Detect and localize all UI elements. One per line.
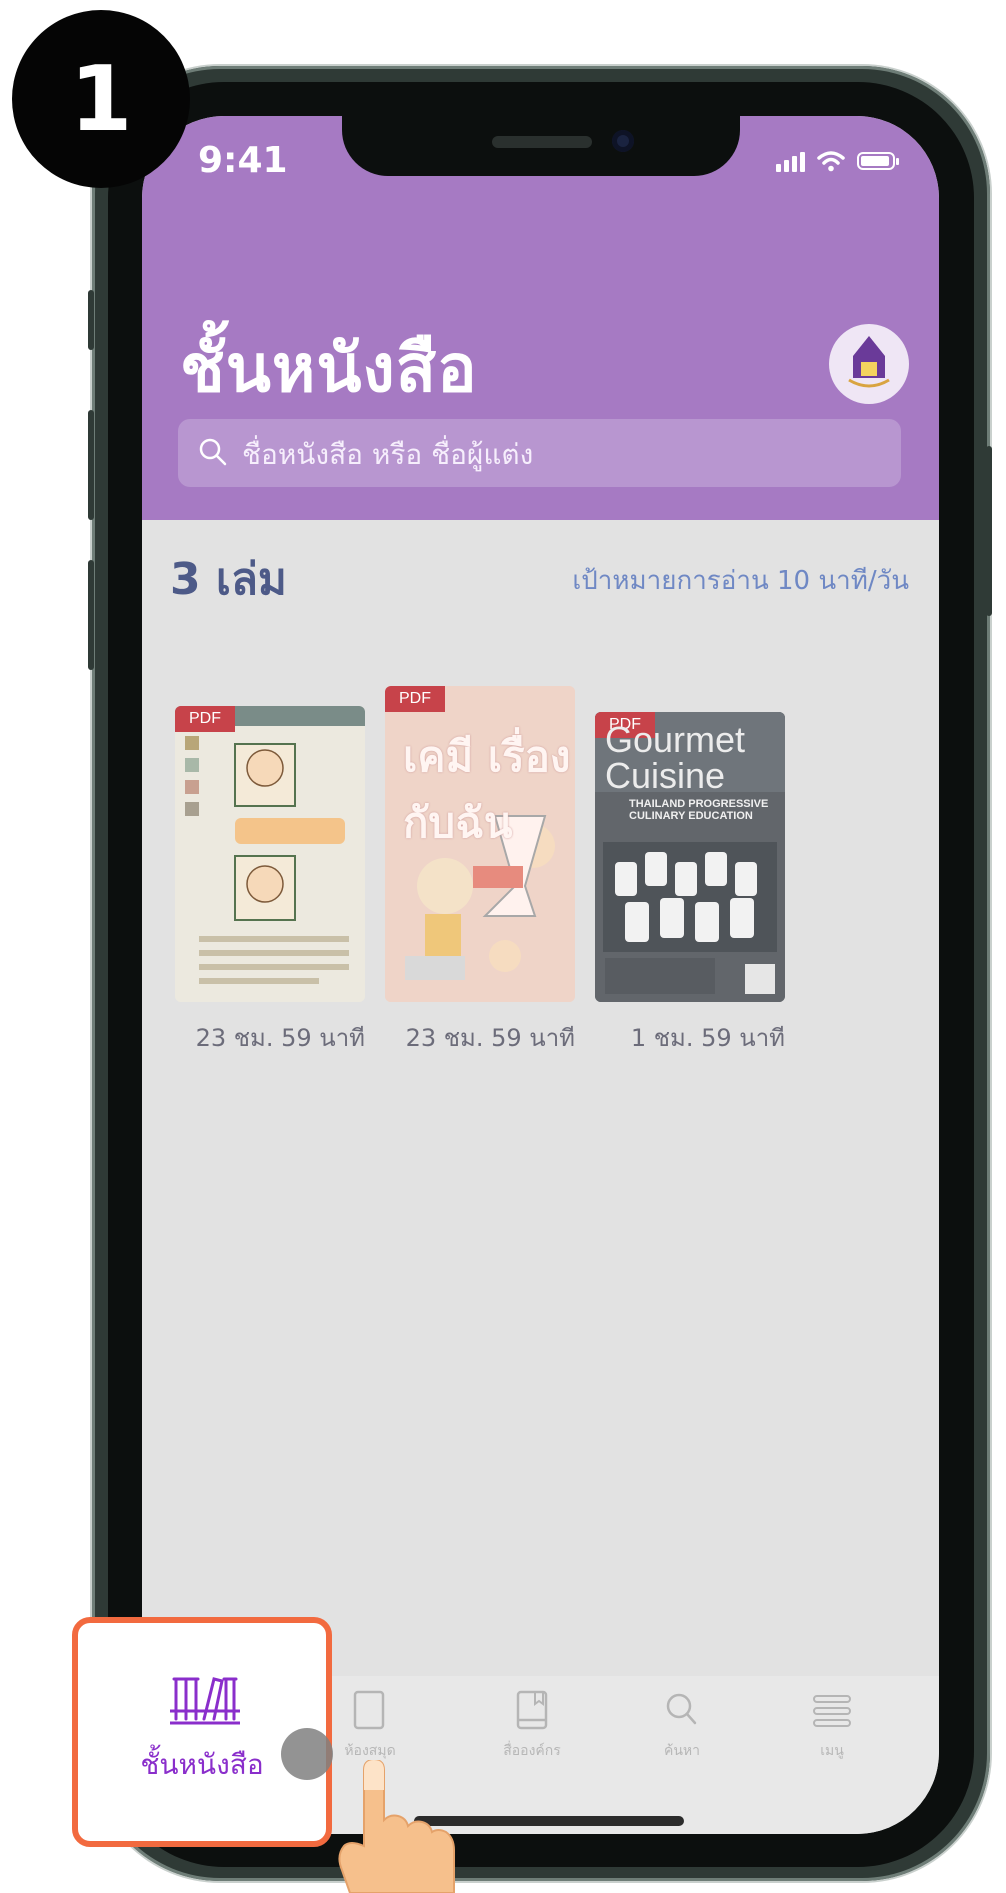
book-count: 3 เล่ม — [170, 554, 287, 605]
volume-down-button — [88, 560, 94, 670]
book-card[interactable]: PDF Gourmet Cuisine THAILAND PROGRESSIVE… — [595, 712, 785, 1052]
cover-title: เคมี เรื่อง กับฉัน — [403, 732, 571, 847]
pdf-badge: PDF — [385, 686, 445, 712]
header: 9:41 ชั้นหนังสือ — [142, 116, 939, 520]
wifi-icon — [817, 151, 845, 172]
tab-menu[interactable]: เมนู — [772, 1690, 892, 1762]
speaker — [492, 136, 592, 148]
pdf-badge: PDF — [175, 706, 235, 732]
search-icon — [666, 1693, 697, 1725]
reading-goal-link[interactable]: เป้าหมายการอ่าน 10 นาที/วัน — [572, 560, 909, 601]
camera — [612, 130, 634, 152]
status-icons — [776, 150, 899, 172]
bookshelf-icon — [170, 1677, 240, 1725]
cover-subtitle: THAILAND PROGRESSIVE CULINARY EDUCATION — [629, 798, 769, 822]
book-card[interactable]: PDF 23 ชม. 59 นาที — [175, 706, 365, 1052]
pointing-hand-icon — [338, 1760, 455, 1893]
book-card[interactable]: PDF เคมี เรื่อง กับฉัน 23 ชม. 59 นาที — [385, 686, 575, 1052]
battery-icon — [857, 152, 899, 170]
tab-label: เมนู — [820, 1743, 844, 1759]
step-number: 1 — [69, 46, 133, 152]
mute-switch — [88, 290, 94, 350]
time-remaining: 23 ชม. 59 นาที — [405, 1024, 575, 1052]
seal-icon — [848, 336, 890, 388]
power-button — [986, 446, 992, 616]
time-remaining: 23 ชม. 59 นาที — [195, 1024, 365, 1052]
search-bar[interactable] — [178, 419, 901, 489]
tab-organization-media[interactable]: สื่อองค์กร — [462, 1690, 602, 1762]
cover-title: Gourmet Cuisine — [605, 719, 746, 796]
step-badge: 1 — [12, 10, 190, 188]
book-cover[interactable]: PDF เคมี เรื่อง กับฉัน — [385, 686, 575, 1002]
menu-icon — [813, 1695, 851, 1727]
university-logo[interactable] — [829, 324, 909, 404]
book-icon — [516, 1690, 548, 1730]
book-cover[interactable]: PDF — [175, 706, 365, 1002]
tab-label: ค้นหา — [663, 1743, 701, 1759]
notch — [342, 116, 740, 176]
app-screen: 9:41 ชั้นหนังสือ ชื่อหนังสือ หรือ ชื่อผู… — [142, 116, 939, 1834]
tab-search[interactable]: ค้นหา — [622, 1690, 742, 1762]
library-icon — [353, 1690, 385, 1730]
page-title: ชั้นหนังสือ — [180, 330, 478, 407]
tap-indicator — [281, 1728, 333, 1780]
status-time: 9:41 — [198, 140, 288, 181]
cover-art — [175, 706, 365, 1002]
volume-up-button — [88, 410, 94, 520]
book-cover[interactable]: PDF Gourmet Cuisine THAILAND PROGRESSIVE… — [595, 712, 785, 1002]
tab-label: สื่อองค์กร — [503, 1743, 561, 1759]
search-icon — [199, 438, 227, 466]
signal-icon — [776, 150, 805, 172]
time-remaining: 1 ชม. 59 นาที — [630, 1024, 785, 1052]
search-input[interactable] — [240, 419, 884, 489]
